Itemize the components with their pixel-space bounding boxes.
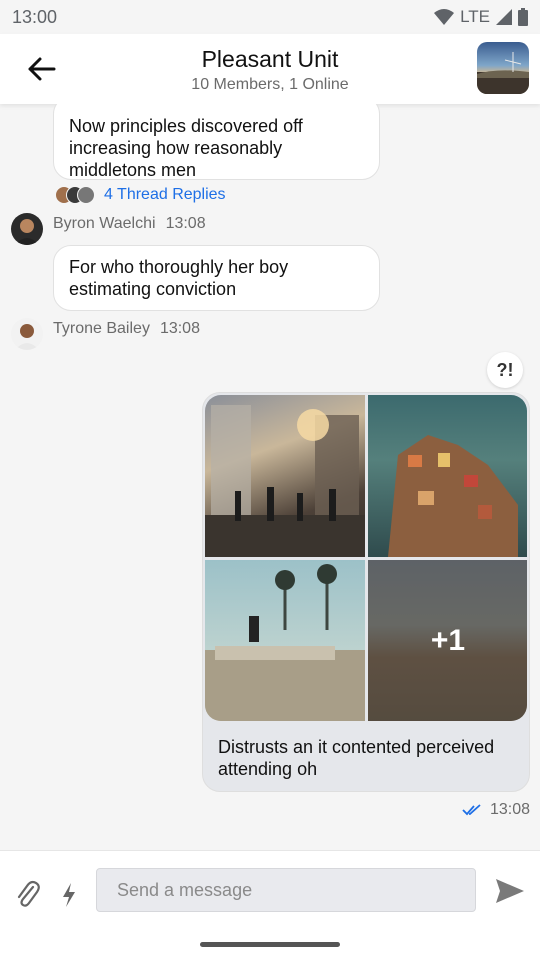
network-label: LTE [460, 7, 490, 26]
thread-replies-link[interactable]: 4 Thread Replies [104, 186, 226, 204]
send-button[interactable] [495, 877, 525, 905]
message-bubble[interactable]: Now principles discovered off increasing… [53, 104, 380, 180]
battery-icon [518, 8, 528, 26]
channel-header: Pleasant Unit 10 Members, 1 Online [0, 34, 540, 104]
channel-avatar[interactable] [477, 42, 529, 94]
more-images-overlay[interactable]: +1 [368, 560, 527, 721]
avatar [77, 186, 95, 204]
gallery-image[interactable]: +1 [368, 560, 527, 721]
message-time: 13:08 [489, 801, 530, 818]
wifi-icon [434, 9, 455, 25]
attach-button[interactable] [14, 879, 42, 911]
gallery-image[interactable] [368, 395, 527, 557]
commands-button[interactable] [58, 881, 80, 909]
message-bubble[interactable]: For who thoroughly her boy estimating co… [53, 245, 380, 311]
message-text: Now principles discovered off increasing… [69, 116, 303, 180]
gesture-nav-handle[interactable] [200, 942, 340, 947]
message-meta: 13:08 [462, 801, 530, 819]
channel-subtitle: 10 Members, 1 Online [191, 76, 349, 93]
reaction-badge[interactable]: ?! [487, 352, 523, 388]
message-list[interactable]: Now principles discovered off increasing… [0, 104, 540, 850]
message-input[interactable] [96, 868, 476, 912]
signal-icon [496, 9, 512, 25]
channel-title: Pleasant Unit [201, 46, 339, 72]
avatar[interactable] [11, 318, 43, 350]
double-check-icon [462, 804, 482, 816]
message-time: 13:08 [165, 215, 206, 232]
lightning-icon [58, 881, 80, 909]
message-text: Distrusts an it contented perceived atte… [218, 737, 495, 779]
message-composer [0, 850, 540, 961]
author-name: Byron Waelchi [53, 215, 156, 232]
status-time: 13:00 [12, 6, 58, 27]
paperclip-icon [14, 879, 42, 911]
status-bar: 13:00 LTE [0, 0, 540, 34]
message-time: 13:08 [159, 320, 200, 337]
status-icons: LTE [434, 7, 528, 27]
gallery-image[interactable] [205, 560, 365, 721]
image-gallery[interactable]: +1 [205, 395, 527, 721]
thread-replies[interactable]: 4 Thread Replies [55, 186, 226, 204]
message-meta: Byron Waelchi 13:08 [53, 215, 206, 233]
gallery-image[interactable] [205, 395, 365, 557]
avatar[interactable] [11, 213, 43, 245]
author-name: Tyrone Bailey [53, 320, 150, 337]
message-meta: Tyrone Bailey 13:08 [53, 320, 200, 338]
message-text: For who thoroughly her boy estimating co… [69, 257, 289, 299]
outgoing-message-bubble[interactable]: +1 Distrusts an it contented perceived a… [202, 392, 530, 792]
send-icon [495, 877, 525, 905]
